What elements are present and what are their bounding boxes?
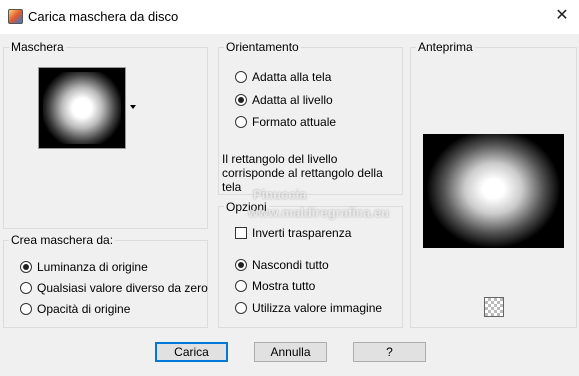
radio-mostra-tutto[interactable]: Mostra tutto xyxy=(235,279,315,293)
radio-qualsiasi-valore[interactable]: Qualsiasi valore diverso da zero xyxy=(20,281,208,295)
radio-nascondi-tutto[interactable]: Nascondi tutto xyxy=(235,258,329,272)
annulla-button[interactable]: Annulla xyxy=(254,342,327,362)
crea-maschera-label: Crea maschera da: xyxy=(9,233,116,247)
mask-dropdown-arrow-icon[interactable] xyxy=(130,105,136,109)
mask-thumbnail[interactable] xyxy=(38,67,126,149)
radio-nascondi-label: Nascondi tutto xyxy=(252,258,329,272)
window-title: Carica maschera da disco xyxy=(28,9,179,24)
radio-utilizza-dot[interactable] xyxy=(235,302,247,314)
radio-adatta-livello-dot[interactable] xyxy=(235,94,247,106)
radio-adatta-tela-dot[interactable] xyxy=(235,71,247,83)
inverti-checkbox-box[interactable] xyxy=(235,227,247,239)
carica-button[interactable]: Carica xyxy=(155,342,228,362)
radio-luminanza-label: Luminanza di origine xyxy=(37,260,148,274)
radio-formato-dot[interactable] xyxy=(235,116,247,128)
radio-utilizza-label: Utilizza valore immagine xyxy=(252,301,383,315)
orientamento-info-line1: Il rettangolo del livello xyxy=(222,152,338,166)
radio-adatta-tela-label: Adatta alla tela xyxy=(252,70,332,84)
mask-preview-image xyxy=(43,72,121,144)
radio-adatta-livello-label: Adatta al livello xyxy=(252,93,333,107)
watermark-line1: Pinuccia xyxy=(253,187,307,202)
orientamento-label: Orientamento xyxy=(224,40,301,54)
app-icon xyxy=(8,9,23,24)
radio-opacita-dot[interactable] xyxy=(20,303,32,315)
radio-mostra-dot[interactable] xyxy=(235,280,247,292)
anteprima-label: Anteprima xyxy=(416,40,475,54)
radio-formato-attuale[interactable]: Formato attuale xyxy=(235,115,336,129)
close-button[interactable]: ✕ xyxy=(552,6,572,26)
radio-utilizza-valore[interactable]: Utilizza valore immagine xyxy=(235,301,382,315)
radio-opacita-label: Opacità di origine xyxy=(37,302,131,316)
radio-luminanza-dot[interactable] xyxy=(20,261,32,273)
radio-formato-label: Formato attuale xyxy=(252,115,337,129)
radio-adatta-tela[interactable]: Adatta alla tela xyxy=(235,70,331,84)
dialog-body: Maschera Crea maschera da: Luminanza di … xyxy=(0,34,579,376)
checkbox-inverti-trasparenza[interactable]: Inverti trasparenza xyxy=(235,226,351,240)
inverti-checkbox-label: Inverti trasparenza xyxy=(252,226,352,240)
anteprima-preview-image xyxy=(423,134,564,248)
radio-adatta-livello[interactable]: Adatta al livello xyxy=(235,93,333,107)
radio-qualsiasi-dot[interactable] xyxy=(20,282,32,294)
transparency-toggle-icon[interactable] xyxy=(484,297,504,317)
maschera-group-label: Maschera xyxy=(9,40,66,54)
watermark-line2: www.maldiregrafica.eu xyxy=(248,205,390,220)
radio-mostra-label: Mostra tutto xyxy=(252,279,316,293)
radio-luminanza[interactable]: Luminanza di origine xyxy=(20,260,148,274)
help-button[interactable]: ? xyxy=(353,342,426,362)
radio-opacita[interactable]: Opacità di origine xyxy=(20,302,130,316)
title-bar: Carica maschera da disco ✕ xyxy=(0,0,579,34)
radio-qualsiasi-label: Qualsiasi valore diverso da zero xyxy=(37,281,208,295)
anteprima-preview xyxy=(423,134,564,248)
orientamento-info-line2: corrisponde al rettangolo della xyxy=(222,166,383,180)
orientamento-info-line3: tela xyxy=(222,180,242,194)
radio-nascondi-dot[interactable] xyxy=(235,259,247,271)
